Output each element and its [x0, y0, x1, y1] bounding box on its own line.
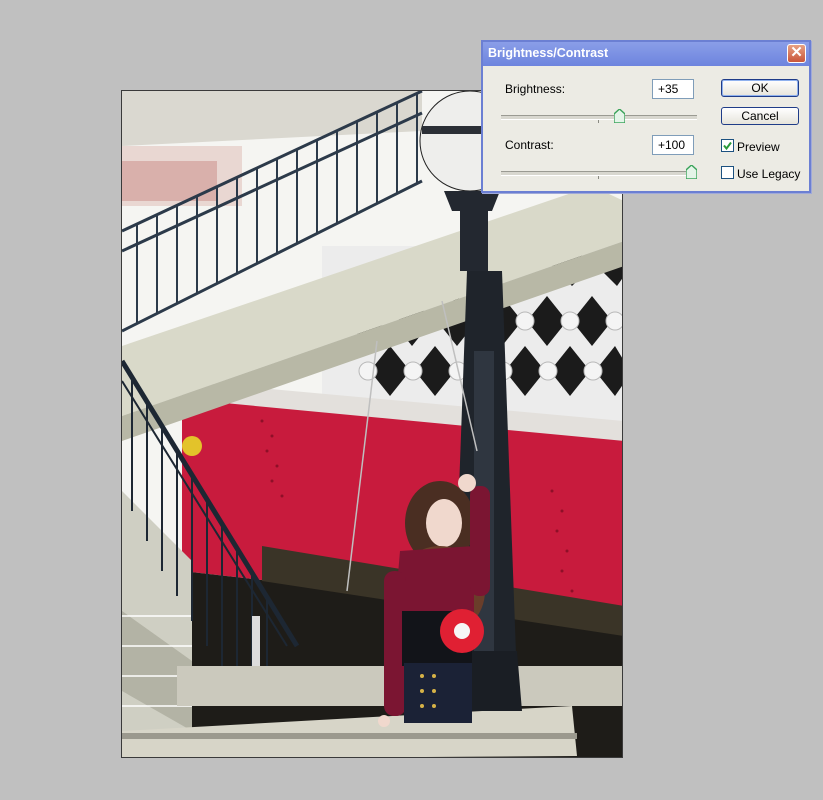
brightness-slider-thumb-icon[interactable]	[613, 109, 625, 123]
brightness-slider[interactable]	[501, 109, 697, 123]
dialog-title: Brightness/Contrast	[488, 46, 609, 60]
brightness-label: Brightness:	[505, 82, 566, 96]
contrast-field[interactable]: +100	[652, 135, 694, 155]
contrast-slider-thumb-icon[interactable]	[686, 165, 697, 179]
use-legacy-label[interactable]: Use Legacy	[737, 167, 800, 181]
cancel-button[interactable]: Cancel	[721, 107, 799, 125]
close-button[interactable]: ✕	[787, 44, 806, 63]
use-legacy-checkbox[interactable]	[721, 166, 734, 179]
close-icon: ✕	[790, 44, 803, 61]
brightness-field[interactable]: +35	[652, 79, 694, 99]
ok-button[interactable]: OK	[721, 79, 799, 97]
preview-checkbox[interactable]	[721, 139, 734, 152]
dialog-title-bar[interactable]: Brightness/Contrast ✕	[483, 42, 809, 66]
contrast-label: Contrast:	[505, 138, 554, 152]
contrast-slider[interactable]	[501, 165, 697, 179]
check-icon	[723, 141, 732, 151]
brightness-contrast-dialog: Brightness/Contrast ✕ Brightness: +35 Co…	[481, 40, 811, 193]
slider-tick	[598, 120, 599, 123]
preview-label[interactable]: Preview	[737, 140, 780, 154]
slider-tick	[598, 176, 599, 179]
